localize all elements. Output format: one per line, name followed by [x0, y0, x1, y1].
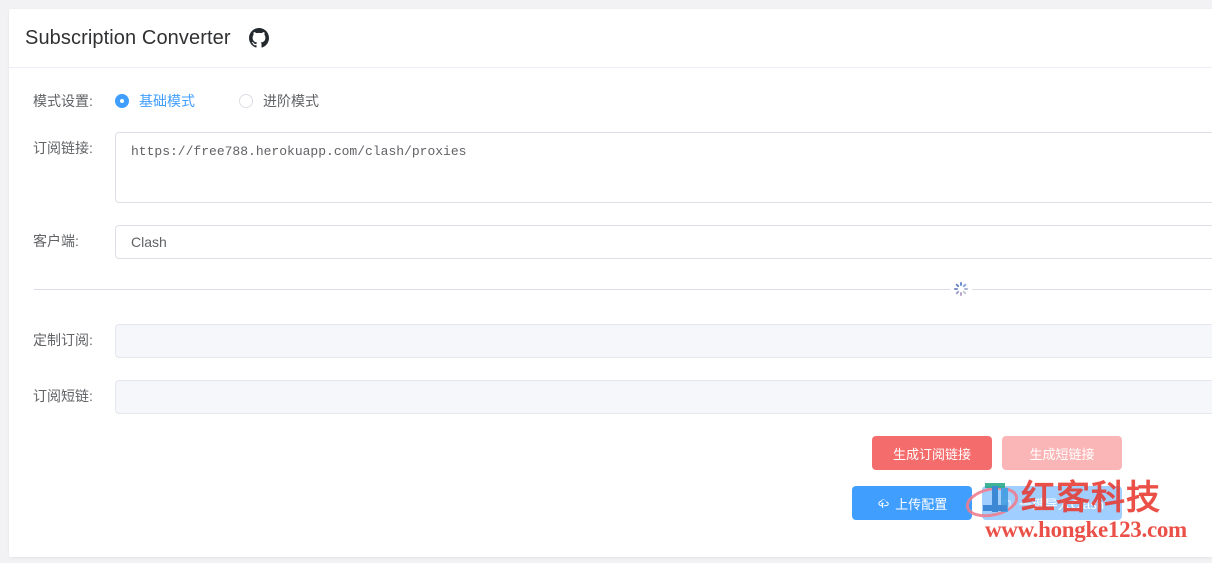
subscribe-link-textarea[interactable]: https://free788.herokuapp.com/clash/prox… — [115, 132, 1212, 203]
form-row-custom-sub: 定制订阅: — [9, 324, 1212, 358]
custom-sub-input[interactable] — [115, 324, 1212, 358]
generate-button-row: 生成订阅链接 生成短链接 — [872, 436, 1122, 470]
generate-short-link-button[interactable]: 生成短链接 — [1002, 436, 1122, 470]
upload-config-button-label: 上传配置 — [895, 494, 947, 513]
loading-spinner-icon — [950, 278, 972, 300]
upload-button-row: 上传配置 一键导入Clash — [852, 486, 1122, 520]
radio-basic-mode[interactable]: 基础模式 — [115, 94, 195, 108]
github-icon[interactable] — [249, 28, 269, 48]
generate-short-link-button-label: 生成短链接 — [1029, 444, 1094, 463]
page-root: Subscription Converter 模式设置: 基础模式 — [0, 0, 1212, 563]
cloud-upload-icon — [876, 497, 889, 510]
short-link-label: 订阅短链: — [33, 380, 115, 412]
generate-link-button-label: 生成订阅链接 — [893, 444, 971, 463]
mode-label: 模式设置: — [33, 90, 115, 112]
radio-dot-icon — [239, 94, 253, 108]
radio-basic-mode-label: 基础模式 — [139, 94, 195, 108]
subscribe-link-label: 订阅链接: — [33, 132, 115, 164]
client-input[interactable]: Clash — [115, 225, 1212, 259]
link-icon — [1000, 497, 1013, 510]
form-row-mode: 模式设置: 基础模式 进阶模式 — [9, 90, 1212, 112]
radio-advanced-mode[interactable]: 进阶模式 — [239, 94, 319, 108]
mode-radio-group: 基础模式 进阶模式 — [115, 94, 1212, 108]
upload-config-button[interactable]: 上传配置 — [852, 486, 972, 520]
radio-dot-icon — [115, 94, 129, 108]
form-row-subscribe-link: 订阅链接: https://free788.herokuapp.com/clas… — [9, 132, 1212, 203]
form-row-client: 客户端: Clash — [9, 225, 1212, 259]
converter-card: Subscription Converter 模式设置: 基础模式 — [9, 9, 1212, 557]
custom-sub-label: 定制订阅: — [33, 324, 115, 356]
page-title: Subscription Converter — [25, 28, 231, 48]
import-clash-button[interactable]: 一键导入Clash — [982, 486, 1122, 520]
radio-advanced-mode-label: 进阶模式 — [263, 94, 319, 108]
card-body: 模式设置: 基础模式 进阶模式 订阅链接 — [9, 68, 1212, 536]
form-row-short-link: 订阅短链: — [9, 380, 1212, 414]
short-link-input[interactable] — [115, 380, 1212, 414]
import-clash-button-label: 一键导入Clash — [1019, 494, 1104, 513]
generate-link-button[interactable]: 生成订阅链接 — [872, 436, 992, 470]
section-divider — [9, 289, 1212, 290]
action-buttons: 生成订阅链接 生成短链接 上传配置 — [9, 436, 1212, 536]
client-label: 客户端: — [33, 225, 115, 257]
card-header: Subscription Converter — [9, 9, 1212, 68]
divider-line — [34, 289, 1212, 290]
